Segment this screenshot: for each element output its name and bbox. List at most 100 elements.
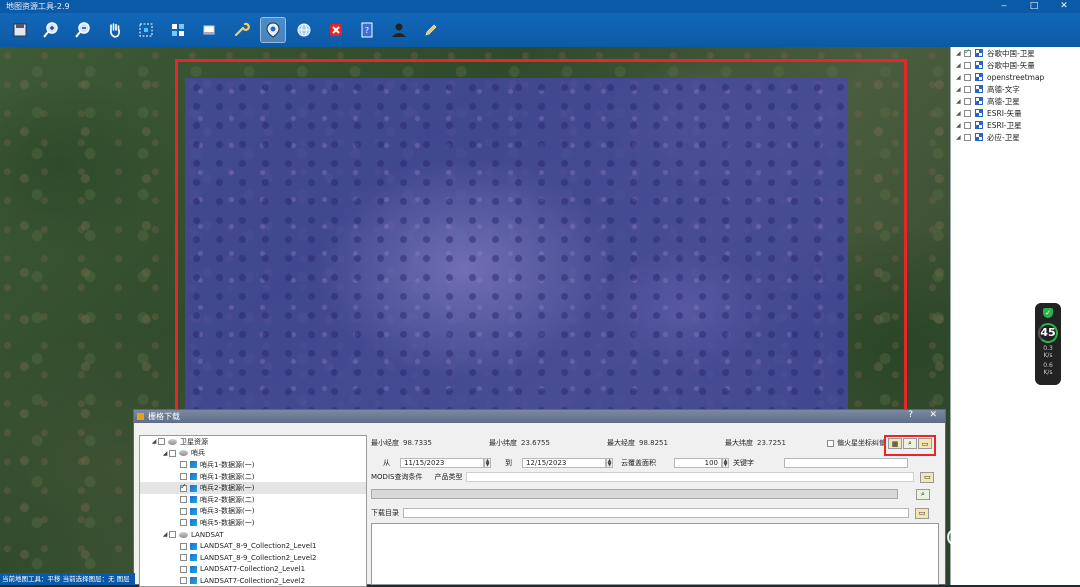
download-dir-folder-button[interactable]: ▭ — [915, 507, 929, 519]
tree-node[interactable]: 哨兵2-数据源(一) — [140, 482, 366, 494]
collapse-arrow-icon[interactable]: ◢ — [150, 438, 158, 445]
layer-icon — [975, 97, 983, 105]
tree-checkbox[interactable] — [180, 542, 187, 550]
expand-icon[interactable]: ◢ — [956, 50, 964, 57]
tree-checkbox[interactable] — [180, 482, 187, 492]
tree-node[interactable]: ◢ LANDSAT — [140, 529, 366, 541]
download-icon — [266, 22, 280, 38]
tree-checkbox[interactable] — [169, 449, 176, 457]
tree-checkbox[interactable] — [180, 473, 187, 481]
layer-item[interactable]: ◢ 高德-文字 — [951, 83, 1080, 95]
expand-icon[interactable]: ◢ — [956, 86, 964, 93]
layer-item[interactable]: ◢ openstreetmap — [951, 71, 1080, 83]
maximize-button[interactable]: □ — [1026, 0, 1042, 12]
svg-text:?: ? — [365, 26, 369, 35]
download-button[interactable] — [259, 17, 286, 43]
layer-checkbox[interactable] — [964, 85, 971, 93]
layer-item[interactable]: ◢ 谷歌中国-卫星 — [951, 47, 1080, 59]
tree-node[interactable]: 哨兵1-数据源(二) — [140, 471, 366, 483]
eraser-button[interactable] — [196, 17, 222, 43]
cloud-cover-input[interactable]: 100 — [674, 458, 722, 468]
tree-checkbox[interactable] — [180, 519, 187, 527]
min-lat-value[interactable]: 23.6755 — [521, 439, 599, 447]
layer-checkbox[interactable] — [964, 133, 971, 141]
keyword-input[interactable] — [784, 458, 908, 468]
layer-checkbox[interactable] — [964, 121, 971, 129]
tree-checkbox[interactable] — [158, 438, 165, 446]
dialog-close-button[interactable]: ✕ — [929, 410, 937, 420]
expand-icon[interactable]: ◢ — [956, 74, 964, 81]
to-date-input[interactable]: 12/15/2023 — [522, 458, 606, 468]
collapse-arrow-icon[interactable]: ◢ — [161, 450, 169, 457]
tree-node[interactable]: ◢ 卫星资源 — [140, 436, 366, 448]
expand-icon[interactable]: ◢ — [956, 98, 964, 105]
save-button[interactable] — [7, 17, 33, 43]
user-button[interactable] — [386, 17, 412, 43]
tools-button[interactable] — [228, 17, 254, 43]
layer-item[interactable]: ◢ 谷歌中国-矢量 — [951, 59, 1080, 71]
mars-correction-checkbox[interactable] — [827, 439, 834, 447]
collapse-arrow-icon[interactable]: ◢ — [161, 531, 169, 538]
cloud-cover-spinner[interactable]: ▲ ▼ — [722, 458, 729, 468]
query-button[interactable]: ⌕ — [916, 489, 930, 500]
expand-icon[interactable]: ◢ — [956, 122, 964, 129]
layer-item[interactable]: ◢ 必应-卫星 — [951, 131, 1080, 143]
layer-checkbox[interactable] — [964, 47, 971, 57]
tree-node[interactable]: 哨兵3-数据源(一) — [140, 506, 366, 518]
tree-node[interactable]: LANDSAT_8-9_Collection2_Level2 — [140, 552, 366, 564]
tree-checkbox[interactable] — [180, 565, 187, 573]
tree-checkbox[interactable] — [180, 461, 187, 469]
max-lon-value[interactable]: 98.8251 — [639, 439, 717, 447]
tree-node-label: LANDSAT_8-9_Collection2_Level2 — [200, 553, 317, 562]
layer-item[interactable]: ◢ ESRI-卫星 — [951, 119, 1080, 131]
results-area[interactable] — [371, 523, 939, 585]
zoom-in-button[interactable] — [38, 17, 64, 43]
tree-node-label: 哨兵 — [191, 449, 205, 458]
layer-checkbox[interactable] — [964, 61, 971, 69]
tree-checkbox[interactable] — [169, 531, 176, 539]
tree-node[interactable]: LANDSAT7-Collection2_Level1 — [140, 564, 366, 576]
tree-node[interactable]: 哨兵5-数据源(一) — [140, 517, 366, 529]
tree-node[interactable]: 哨兵1-数据源(一) — [140, 459, 366, 471]
layer-item[interactable]: ◢ 高德-卫星 — [951, 95, 1080, 107]
download-progress-bar — [371, 489, 898, 499]
download-dir-input[interactable] — [403, 508, 909, 518]
dialog-help-button[interactable]: ? — [908, 410, 913, 420]
tree-node[interactable]: LANDSAT_8-9_Collection2_Level1 — [140, 540, 366, 552]
expand-icon[interactable]: ◢ — [956, 110, 964, 117]
from-date-input[interactable]: 11/15/2023 — [400, 458, 484, 468]
tree-node[interactable]: 哨兵2-数据源(二) — [140, 494, 366, 506]
layer-checkbox[interactable] — [964, 109, 971, 117]
delete-button[interactable] — [323, 17, 349, 43]
query-row: 从 11/15/2023 ▲ ▼ 到 12/15/2023 ▲ ▼ 云覆盖面积 10… — [383, 457, 939, 469]
tree-node[interactable]: ◢ 哨兵 — [140, 448, 366, 460]
product-folder-button[interactable]: ▭ — [920, 471, 935, 483]
select-area-button[interactable] — [133, 17, 159, 43]
tree-checkbox[interactable] — [180, 496, 187, 504]
user-icon — [391, 23, 406, 37]
layer-checkbox[interactable] — [964, 73, 971, 81]
layer-checkbox[interactable] — [964, 97, 971, 105]
tree-checkbox[interactable] — [180, 554, 187, 562]
expand-icon[interactable]: ◢ — [956, 62, 964, 69]
from-date-spinner[interactable]: ▲ ▼ — [484, 458, 491, 468]
min-lon-value[interactable]: 98.7335 — [403, 439, 481, 447]
product-type-select[interactable] — [466, 472, 915, 482]
pan-button[interactable] — [102, 17, 128, 43]
layer-label: 必应-卫星 — [987, 132, 1020, 142]
zoom-out-button[interactable] — [70, 17, 96, 43]
close-button[interactable]: ✕ — [1056, 0, 1072, 12]
tree-checkbox[interactable] — [180, 507, 187, 515]
globe-button[interactable] — [291, 17, 317, 43]
to-date-spinner[interactable]: ▲ ▼ — [606, 458, 613, 468]
minimize-button[interactable]: ‒ — [996, 0, 1012, 12]
watermark-text: GIS工具 — [946, 525, 1033, 550]
max-lat-value[interactable]: 23.7251 — [757, 439, 825, 447]
grid-button[interactable] — [165, 17, 191, 43]
expand-icon[interactable]: ◢ — [956, 134, 964, 141]
help-button[interactable]: ? — [354, 17, 380, 43]
tree-checkbox[interactable] — [180, 577, 187, 585]
dialog-title-bar[interactable]: 栅格下载 ? ✕ — [134, 410, 945, 423]
layer-item[interactable]: ◢ ESRI-矢量 — [951, 107, 1080, 119]
pencil-button[interactable] — [418, 17, 444, 43]
